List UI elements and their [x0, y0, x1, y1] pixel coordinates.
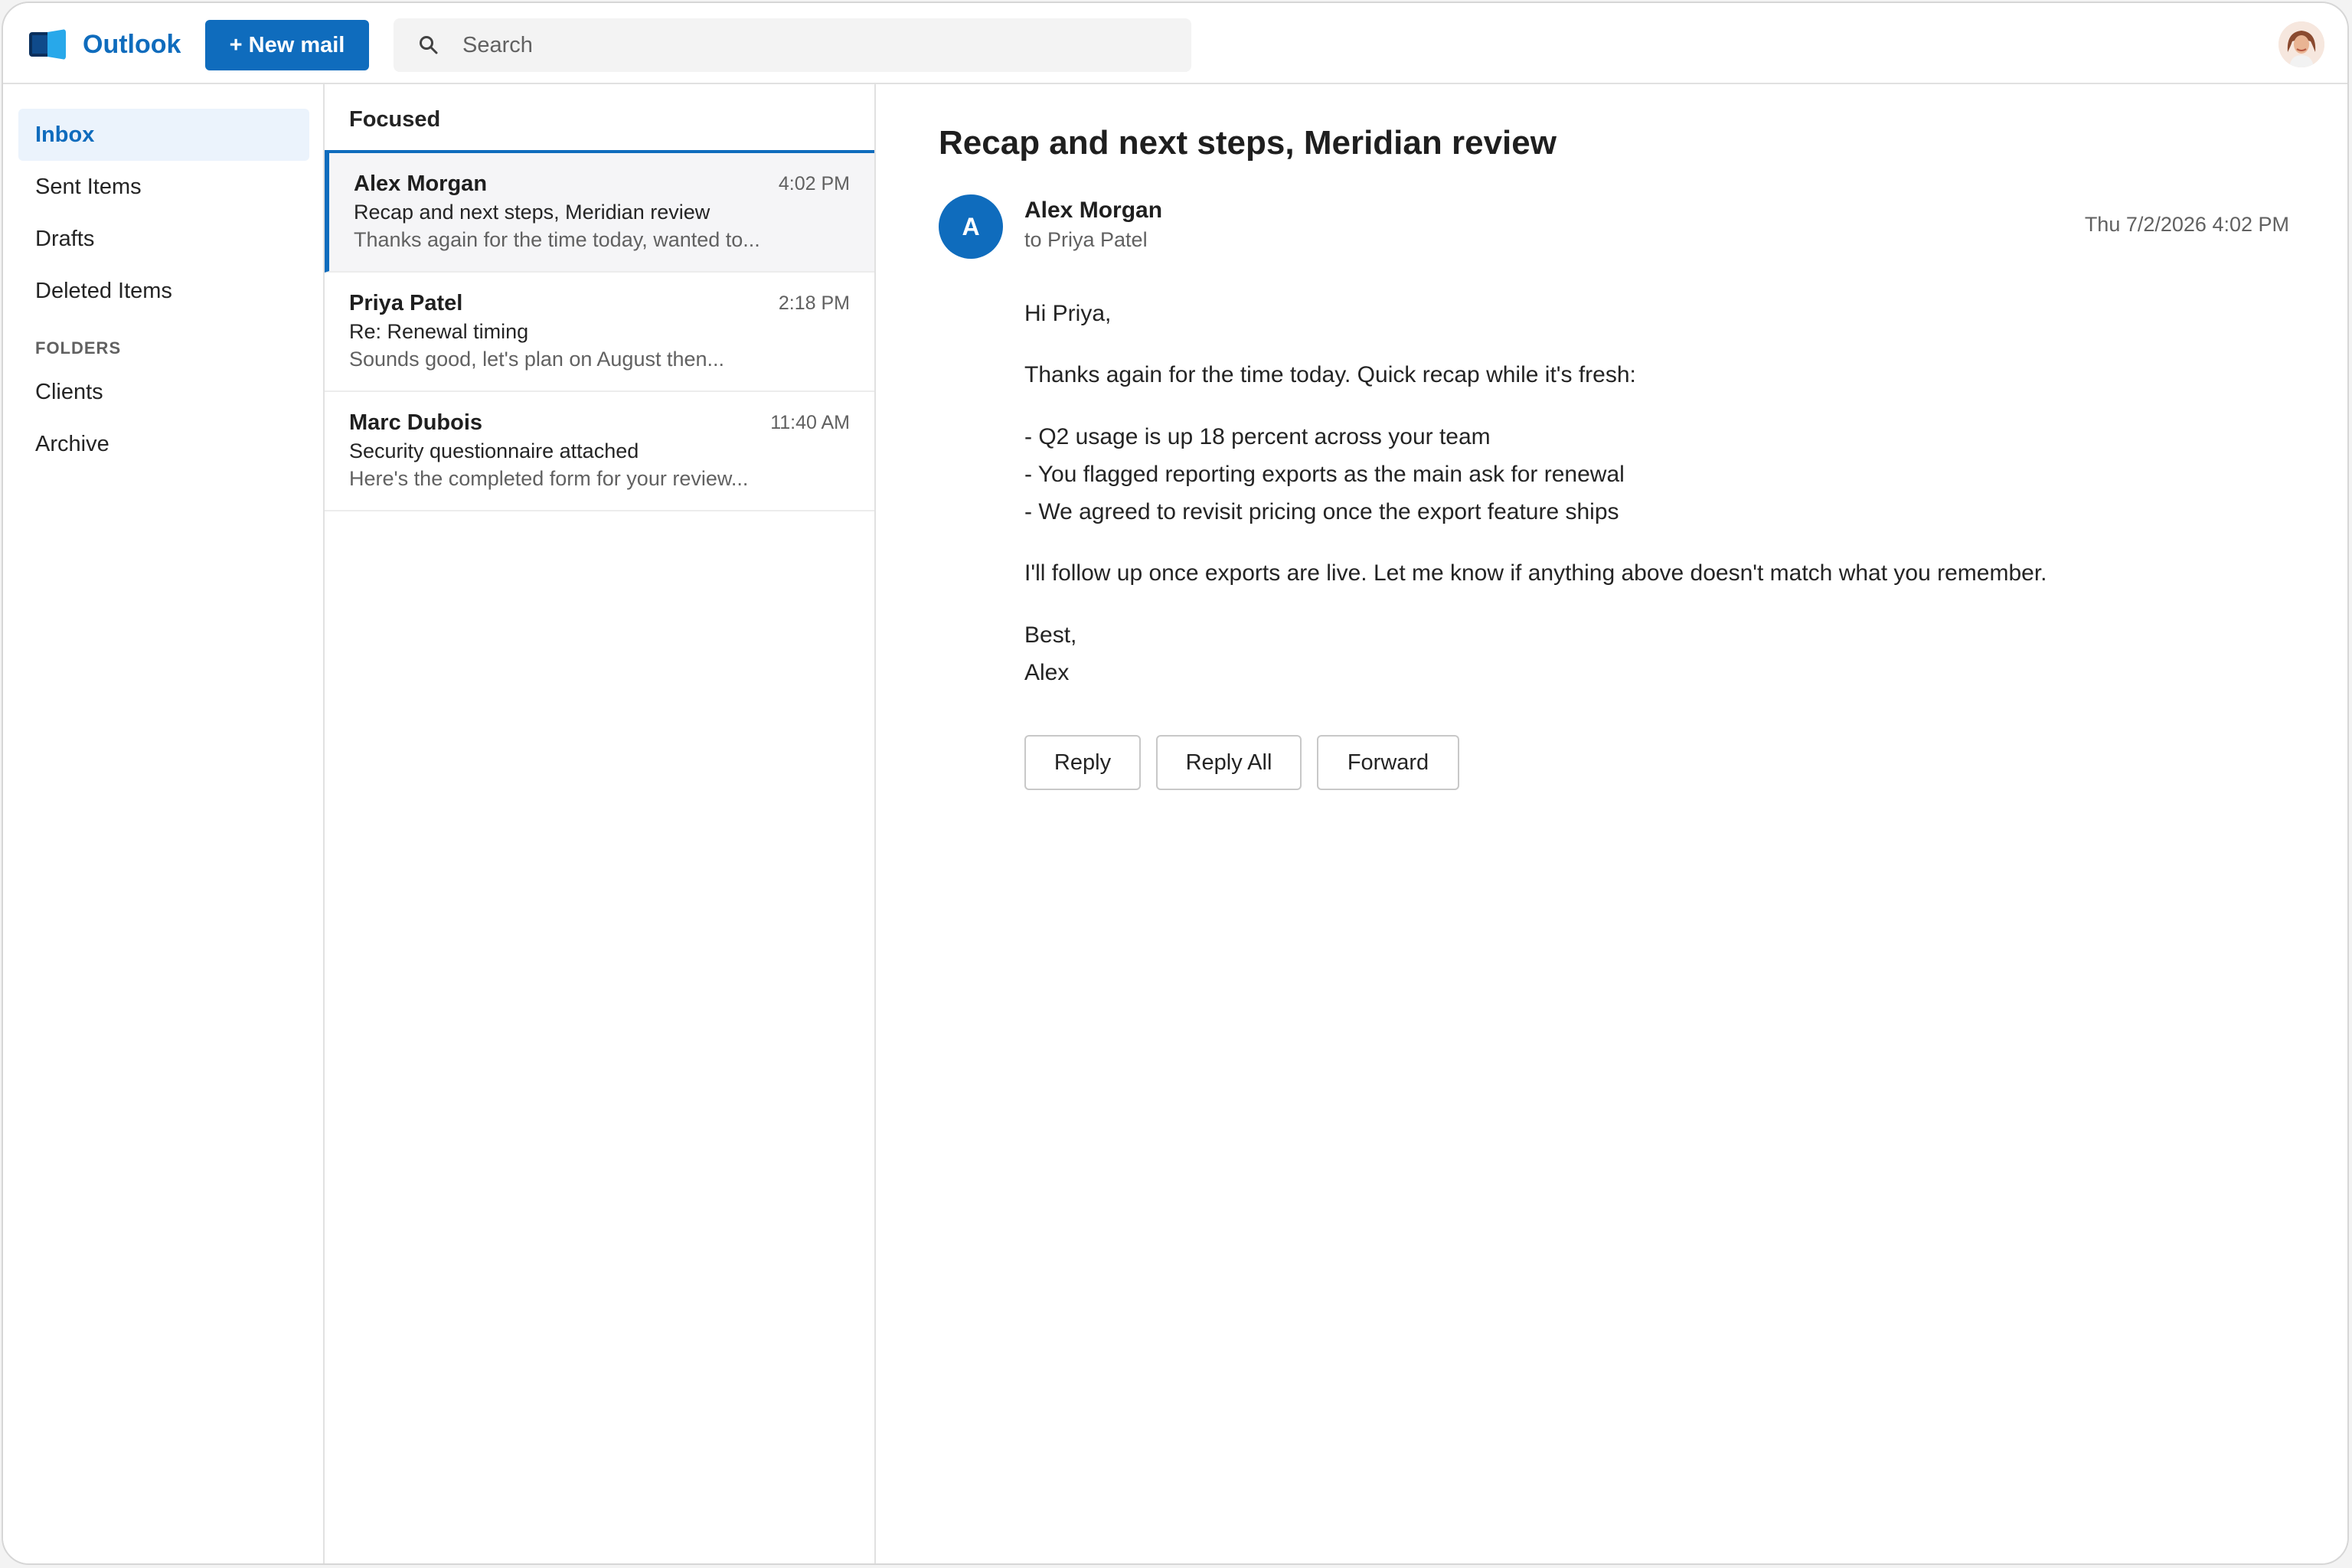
outlook-window: Outlook + New mail Search Inbox Sent Ite… — [2, 2, 2349, 1565]
nav-item-deleted-items[interactable]: Deleted Items — [18, 265, 309, 317]
reading-pane: Recap and next steps, Meridian review A … — [876, 84, 2347, 1563]
message-list: Focused Alex Morgan 4:02 PM Recap and ne… — [325, 84, 876, 1563]
app-name: Outlook — [83, 29, 181, 59]
bullet-item: - You flagged reporting exports as the m… — [1024, 462, 1625, 487]
tab-focused[interactable]: Focused — [349, 107, 440, 132]
message-subject: Security questionnaire attached — [349, 439, 639, 462]
followup-paragraph: I'll follow up once exports are live. Le… — [1024, 560, 2047, 586]
nav-item-archive[interactable]: Archive — [18, 418, 309, 470]
nav-item-inbox[interactable]: Inbox — [18, 109, 309, 161]
bullet-item: - We agreed to revisit pricing once the … — [1024, 499, 1619, 524]
recipient-line: to Priya Patel — [1024, 228, 1148, 251]
message-item[interactable]: Marc Dubois 11:40 AM Security questionna… — [325, 392, 874, 511]
message-time: 4:02 PM — [778, 173, 850, 194]
nav-item-sent-items[interactable]: Sent Items — [18, 161, 309, 213]
top-bar: Outlook + New mail Search — [3, 3, 2347, 84]
nav-item-clients[interactable]: Clients — [18, 366, 309, 418]
message-item-selected[interactable]: Alex Morgan 4:02 PM Recap and next steps… — [325, 153, 874, 273]
message-sender: Marc Dubois — [349, 410, 483, 435]
forward-button[interactable]: Forward — [1317, 735, 1459, 790]
message-time: 2:18 PM — [778, 292, 850, 314]
message-preview: Thanks again for the time today, wanted … — [354, 228, 760, 251]
message-preview: Here's the completed form for your revie… — [349, 467, 749, 490]
bullet-list: - Q2 usage is up 18 percent across your … — [1024, 418, 2249, 531]
sender-avatar[interactable]: A — [939, 194, 1003, 259]
bullet-item: - Q2 usage is up 18 percent across your … — [1024, 424, 1491, 449]
signoff: Best, — [1024, 622, 1077, 648]
message-time: 11:40 AM — [770, 412, 850, 433]
reply-button[interactable]: Reply — [1024, 735, 1141, 790]
message-preview: Sounds good, let's plan on August then..… — [349, 348, 725, 371]
intro-paragraph: Thanks again for the time today. Quick r… — [1024, 362, 1636, 387]
message-item[interactable]: Priya Patel 2:18 PM Re: Renewal timing S… — [325, 273, 874, 392]
signature: Alex — [1024, 660, 1070, 685]
greeting: Hi Priya, — [1024, 301, 1112, 326]
email-body: Hi Priya, Thanks again for the time toda… — [1024, 296, 2249, 716]
reply-all-button[interactable]: Reply All — [1156, 735, 1302, 790]
search-placeholder: Search — [462, 32, 533, 57]
message-subject: Re: Renewal timing — [349, 320, 529, 343]
signature-block: Best, Alex — [1024, 616, 2249, 691]
search-icon — [406, 18, 452, 72]
user-avatar[interactable] — [2278, 21, 2324, 67]
search-input[interactable]: Search — [394, 18, 1191, 72]
folders-heading: FOLDERS — [35, 338, 122, 358]
email-subject: Recap and next steps, Meridian review — [939, 124, 1557, 162]
brand[interactable]: Outlook — [29, 20, 181, 69]
message-sender: Alex Morgan — [354, 172, 488, 196]
new-mail-button[interactable]: + New mail — [205, 20, 369, 70]
message-sender: Priya Patel — [349, 291, 463, 315]
message-actions: Reply Reply All Forward — [1024, 735, 1459, 790]
nav-item-drafts[interactable]: Drafts — [18, 213, 309, 265]
message-subject: Recap and next steps, Meridian review — [354, 201, 710, 224]
sender-name[interactable]: Alex Morgan — [1024, 198, 1162, 224]
sent-date: Thu 7/2/2026 4:02 PM — [2084, 213, 2289, 236]
folder-pane: Inbox Sent Items Drafts Deleted Items FO… — [3, 84, 325, 1563]
outlook-logo-icon — [29, 29, 66, 60]
